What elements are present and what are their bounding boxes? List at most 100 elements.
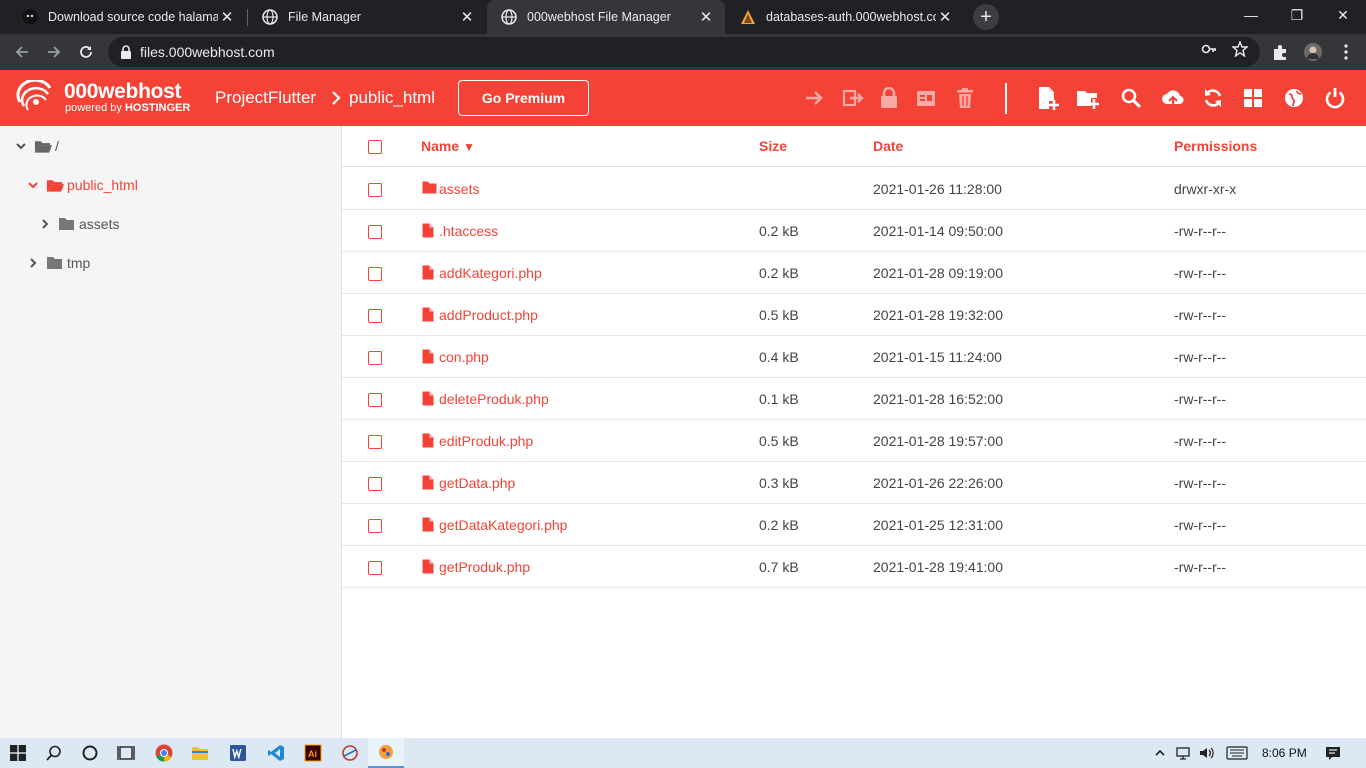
grid-view-icon[interactable] (1241, 86, 1265, 110)
row-checkbox[interactable] (368, 519, 382, 533)
chevron-down-icon[interactable] (26, 178, 40, 192)
search-icon[interactable] (36, 738, 72, 768)
new-tab-button[interactable]: + (973, 4, 999, 30)
app-icon[interactable] (332, 738, 368, 768)
row-checkbox[interactable] (368, 183, 382, 197)
tree-node-root[interactable]: / (14, 135, 59, 157)
reload-button[interactable] (73, 39, 99, 65)
word-icon[interactable] (220, 738, 256, 768)
task-view-icon[interactable] (108, 738, 144, 768)
cortana-icon[interactable] (72, 738, 108, 768)
chrome-icon[interactable] (146, 738, 182, 768)
search-icon[interactable] (1119, 86, 1143, 110)
notifications-icon[interactable] (1325, 745, 1341, 761)
refresh-icon[interactable] (1201, 86, 1225, 110)
column-size-header[interactable]: Size (759, 138, 787, 154)
move-arrow-icon[interactable] (803, 86, 827, 110)
keyboard-icon[interactable] (1226, 745, 1248, 761)
file-name-link[interactable]: getDataKategori.php (439, 517, 567, 533)
trash-icon[interactable] (953, 86, 977, 110)
row-checkbox[interactable] (368, 309, 382, 323)
upload-cloud-icon[interactable] (1161, 86, 1185, 110)
browser-tab[interactable]: File Manager ✕ (248, 0, 486, 34)
move-out-icon[interactable] (841, 86, 865, 110)
row-checkbox[interactable] (368, 561, 382, 575)
tree-node-tmp[interactable]: tmp (26, 252, 90, 274)
file-name-link[interactable]: addProduct.php (439, 307, 538, 323)
address-bar[interactable]: files.000webhost.com (108, 37, 1260, 67)
column-permissions-header[interactable]: Permissions (1174, 138, 1257, 154)
browser-tab[interactable]: Download source code halaman ✕ (8, 0, 246, 34)
permissions-lock-icon[interactable] (877, 86, 901, 110)
new-file-icon[interactable] (1036, 86, 1060, 110)
windows-start-icon[interactable] (0, 738, 36, 768)
globe-language-icon[interactable] (1282, 86, 1306, 110)
row-checkbox[interactable] (368, 477, 382, 491)
table-row[interactable]: assets 2021-01-26 11:28:00 drwxr-xr-x (342, 168, 1366, 210)
breadcrumb-project[interactable]: ProjectFlutter (215, 88, 316, 108)
paint-app-icon[interactable] (368, 738, 404, 768)
select-all-checkbox[interactable] (368, 140, 382, 154)
brand-name: 000webhost (64, 80, 182, 103)
table-row[interactable]: addProduct.php 0.5 kB 2021-01-28 19:32:00 -… (342, 294, 1366, 336)
file-name-link[interactable]: editProduk.php (439, 433, 533, 449)
file-name-link[interactable]: getProduk.php (439, 559, 530, 575)
tree-node-assets[interactable]: assets (38, 213, 119, 235)
bookmark-star-icon[interactable] (1231, 40, 1249, 58)
table-row[interactable]: getProduk.php 0.7 kB 2021-01-28 19:41:00 -r… (342, 546, 1366, 588)
column-name-header[interactable]: Name ▼ (421, 138, 475, 154)
browser-tab[interactable]: databases-auth.000webhost.com ✕ (726, 0, 964, 34)
table-row[interactable]: con.php 0.4 kB 2021-01-15 11:24:00 -rw-r--r… (342, 336, 1366, 378)
table-row[interactable]: addKategori.php 0.2 kB 2021-01-28 09:19:00… (342, 252, 1366, 294)
file-name-link[interactable]: con.php (439, 349, 489, 365)
file-name-link[interactable]: .htaccess (439, 223, 498, 239)
table-row[interactable]: editProduk.php 0.5 kB 2021-01-28 19:57:00 -… (342, 420, 1366, 462)
breadcrumb-folder[interactable]: public_html (349, 88, 435, 108)
go-premium-button[interactable]: Go Premium (458, 80, 589, 116)
extensions-puzzle-icon[interactable] (1271, 43, 1289, 61)
close-tab-icon[interactable]: ✕ (697, 8, 715, 26)
browser-menu-icon[interactable] (1337, 43, 1355, 61)
column-date-header[interactable]: Date (873, 138, 903, 154)
minimize-button[interactable]: — (1228, 0, 1274, 30)
tree-node-public-html[interactable]: public_html (26, 174, 138, 196)
file-name-link[interactable]: addKategori.php (439, 265, 542, 281)
row-checkbox[interactable] (368, 393, 382, 407)
key-icon[interactable] (1201, 41, 1217, 57)
brand[interactable]: 000webhost powered by HOSTINGER (64, 81, 190, 114)
illustrator-icon[interactable]: Ai (295, 738, 331, 768)
table-row[interactable]: deleteProduk.php 0.1 kB 2021-01-28 16:52:0… (342, 378, 1366, 420)
row-checkbox[interactable] (368, 267, 382, 281)
close-tab-icon[interactable]: ✕ (458, 8, 476, 26)
back-button[interactable] (9, 39, 35, 65)
taskbar-clock[interactable]: 8:06 PM (1262, 746, 1307, 760)
file-name-link[interactable]: deleteProduk.php (439, 391, 549, 407)
file-explorer-icon[interactable] (182, 738, 218, 768)
row-checkbox[interactable] (368, 351, 382, 365)
row-checkbox[interactable] (368, 225, 382, 239)
power-logout-icon[interactable] (1323, 86, 1347, 110)
chevron-up-icon[interactable] (1152, 745, 1168, 761)
chevron-right-icon[interactable] (26, 256, 40, 270)
archive-icon[interactable] (914, 86, 938, 110)
table-row[interactable]: .htaccess 0.2 kB 2021-01-14 09:50:00 -rw-r-… (342, 210, 1366, 252)
close-tab-icon[interactable]: ✕ (936, 8, 954, 26)
row-checkbox[interactable] (368, 435, 382, 449)
new-folder-icon[interactable] (1076, 86, 1100, 110)
chevron-right-icon[interactable] (38, 217, 52, 231)
table-row[interactable]: getData.php 0.3 kB 2021-01-26 22:26:00 -rw-… (342, 462, 1366, 504)
chevron-down-icon[interactable] (14, 139, 28, 153)
volume-icon[interactable] (1198, 745, 1214, 761)
network-icon[interactable] (1175, 745, 1191, 761)
table-row[interactable]: getDataKategori.php 0.2 kB 2021-01-25 12:3… (342, 504, 1366, 546)
profile-avatar[interactable] (1304, 43, 1322, 61)
browser-tab-active[interactable]: 000webhost File Manager ✕ (487, 0, 725, 34)
file-name-link[interactable]: assets (439, 181, 479, 197)
close-tab-icon[interactable]: ✕ (218, 8, 236, 26)
file-icon (422, 475, 436, 491)
file-name-link[interactable]: getData.php (439, 475, 515, 491)
restore-button[interactable]: ❐ (1274, 0, 1320, 30)
vscode-icon[interactable] (258, 738, 294, 768)
close-window-button[interactable]: ✕ (1320, 0, 1366, 30)
forward-button[interactable] (41, 39, 67, 65)
